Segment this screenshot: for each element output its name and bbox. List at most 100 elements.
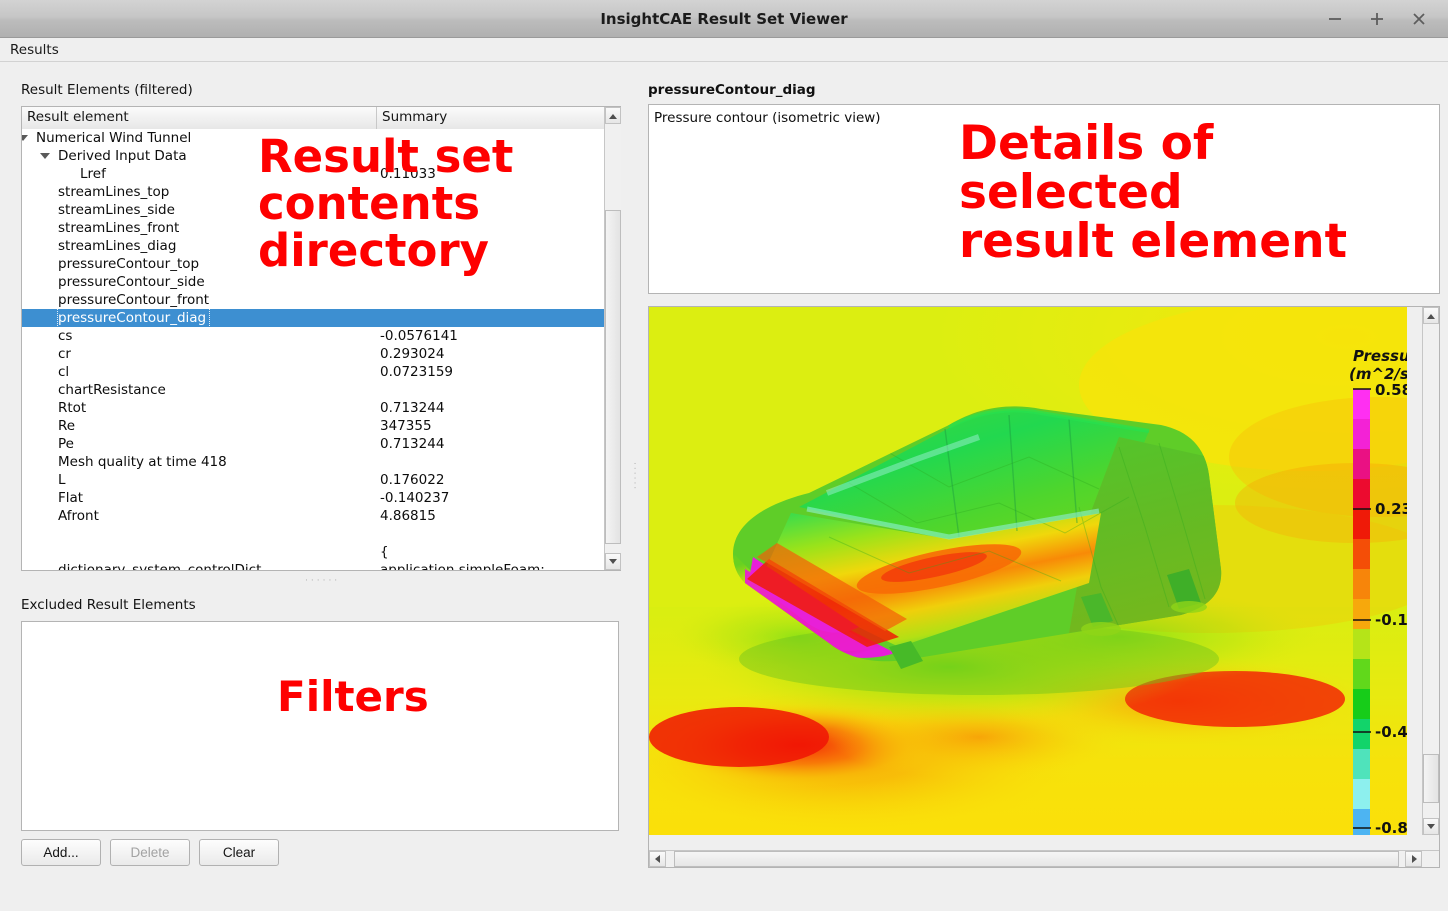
close-icon[interactable]: [1408, 8, 1430, 30]
render-scroll-down-button[interactable]: [1423, 818, 1439, 835]
add-button[interactable]: Add...: [21, 839, 101, 866]
window-controls: [1324, 0, 1442, 38]
render-hscroll-thumb[interactable]: [673, 851, 1400, 867]
menu-item-results[interactable]: Results: [0, 38, 67, 62]
vertical-splitter-handle[interactable]: ······: [629, 462, 639, 491]
tree-row[interactable]: L 0.176022: [22, 471, 620, 489]
tree-row[interactable]: streamLines_diag: [22, 237, 620, 255]
triangle-up-icon: [1427, 313, 1435, 319]
detail-title: pressureContour_diag: [648, 82, 816, 98]
detail-description-box: Pressure contour (isometric view): [648, 104, 1440, 294]
tree-row-name: L: [58, 472, 66, 488]
tree-row[interactable]: pressureContour_side: [22, 273, 620, 291]
excluded-elements-label: Excluded Result Elements: [21, 597, 196, 613]
clear-button[interactable]: Clear: [199, 839, 279, 866]
tree-row-name: streamLines_side: [58, 202, 175, 218]
tree-row-value: 0.293024: [380, 346, 445, 362]
colorbar-swatches: [1353, 389, 1370, 835]
tree-row[interactable]: Derived Input Data: [22, 147, 620, 165]
tree-row-value: -0.0576141: [380, 328, 458, 344]
pressure-contour-image: Pressure (m^2/s^2): [649, 307, 1407, 835]
tree-row-name: streamLines_top: [58, 184, 170, 200]
window-title: InsightCAE Result Set Viewer: [600, 10, 848, 28]
render-scroll-thumb[interactable]: [1423, 753, 1439, 804]
tree-row-name: pressureContour_front: [58, 292, 210, 308]
excluded-elements-list[interactable]: [21, 621, 619, 831]
tree-row[interactable]: cr 0.293024: [22, 345, 620, 363]
tree-row[interactable]: cl 0.0723159: [22, 363, 620, 381]
tree-row-name: Mesh quality at time 418: [58, 454, 227, 470]
tree-header-row: Result element Summary: [22, 107, 620, 129]
filter-button-row: Add... Delete Clear: [21, 839, 279, 866]
tree-row-name: Flat: [58, 490, 84, 506]
tree-row[interactable]: streamLines_side: [22, 201, 620, 219]
tree-row-value: 0.713244: [380, 436, 445, 452]
detail-description-text: Pressure contour (isometric view): [654, 110, 881, 126]
tree-row[interactable]: [22, 525, 620, 543]
render-scroll-up-button[interactable]: [1423, 307, 1439, 324]
tree-row-name: Afront: [58, 508, 99, 524]
render-scroll-left-button[interactable]: [649, 851, 666, 867]
tree-row[interactable]: streamLines_top: [22, 183, 620, 201]
tree-row[interactable]: Mesh quality at time 418: [22, 453, 620, 471]
tree-column-header-summary[interactable]: Summary: [377, 107, 620, 129]
tree-row-value: 347355: [380, 418, 432, 434]
result-elements-tree[interactable]: Result element Summary Numerical Wind Tu…: [21, 106, 621, 571]
tree-row-value: {: [380, 544, 389, 560]
horizontal-splitter-handle[interactable]: ······: [305, 577, 340, 586]
tree-row-value: 0.11033: [380, 166, 436, 182]
triangle-left-icon: [654, 855, 660, 863]
scroll-down-button[interactable]: [605, 553, 621, 570]
maximize-icon[interactable]: [1366, 8, 1388, 30]
tree-row[interactable]: streamLines_front: [22, 219, 620, 237]
expander-chevron-down-icon[interactable]: [22, 135, 28, 141]
triangle-down-icon: [1427, 823, 1435, 829]
tree-row[interactable]: chartResistance: [22, 381, 620, 399]
tree-row-name: pressureContour_top: [58, 256, 200, 272]
tree-row-name: dictionary_system_controlDict: [58, 562, 262, 571]
render-scroll-right-button[interactable]: [1405, 851, 1422, 867]
tree-row-value: 0.0723159: [380, 364, 454, 380]
svg-text:0.58562: 0.58562: [1375, 381, 1407, 399]
tree-row-value: -0.140237: [380, 490, 450, 506]
tree-row[interactable]: cs -0.0576141: [22, 327, 620, 345]
tree-column-header-result-element[interactable]: Result element: [22, 107, 377, 129]
triangle-right-icon: [1411, 855, 1417, 863]
tree-row-name: streamLines_front: [58, 220, 180, 236]
pressure-contour-canvas[interactable]: Pressure (m^2/s^2): [649, 307, 1407, 835]
tree-row[interactable]: {: [22, 543, 620, 561]
svg-text:Pressure: Pressure: [1353, 347, 1407, 365]
tree-row[interactable]: Flat -0.140237: [22, 489, 620, 507]
svg-text:0.23204: 0.23204: [1375, 500, 1407, 518]
tree-row[interactable]: Re 347355: [22, 417, 620, 435]
title-bar: InsightCAE Result Set Viewer: [0, 0, 1448, 38]
tree-scroll-thumb[interactable]: [605, 209, 621, 545]
tree-row[interactable]: pressureContour_top: [22, 255, 620, 273]
tree-row-name: Rtot: [58, 400, 87, 416]
tree-row[interactable]: Numerical Wind Tunnel: [22, 129, 620, 147]
render-view-panel[interactable]: Pressure (m^2/s^2): [648, 306, 1440, 868]
tree-row[interactable]: pressureContour_front: [22, 291, 620, 309]
tree-row-value: 0.176022: [380, 472, 445, 488]
delete-button[interactable]: Delete: [110, 839, 190, 866]
svg-text:-0.1215: -0.1215: [1375, 611, 1407, 629]
triangle-down-icon: [609, 558, 617, 564]
tree-row-value: 4.86815: [380, 508, 436, 524]
tree-row-name: chartResistance: [58, 382, 166, 398]
tree-row[interactable]: Lref 0.11033: [22, 165, 620, 183]
svg-text:-0.8286: -0.8286: [1375, 819, 1407, 835]
tree-row[interactable]: Afront 4.86815: [22, 507, 620, 525]
minimize-icon[interactable]: [1324, 8, 1346, 30]
tree-row[interactable]: Rtot 0.713244: [22, 399, 620, 417]
tree-row[interactable]: Pe 0.713244: [22, 435, 620, 453]
tree-row-name: Re: [58, 418, 76, 434]
tree-row-name: cl: [58, 364, 70, 380]
render-horizontal-scrollbar[interactable]: [649, 850, 1439, 867]
tree-row-name: cs: [58, 328, 73, 344]
tree-row[interactable]: pressureContour_diag: [22, 308, 620, 328]
tree-row[interactable]: dictionary_system_controlDict application…: [22, 561, 620, 571]
expander-chevron-down-icon[interactable]: [40, 153, 50, 159]
tree-vertical-scrollbar[interactable]: [604, 107, 621, 570]
render-vertical-scrollbar[interactable]: [1422, 307, 1439, 835]
scroll-up-button[interactable]: [605, 107, 621, 124]
